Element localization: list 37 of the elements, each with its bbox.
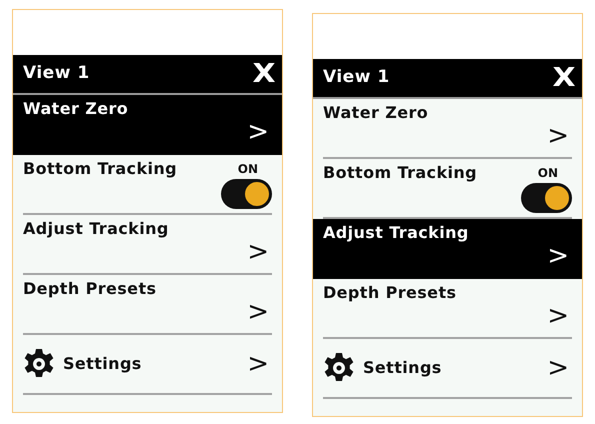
- toggle-state-label: ON: [538, 165, 558, 182]
- menu-item[interactable]: Adjust Tracking >: [313, 219, 582, 279]
- item-label: Water Zero: [323, 102, 428, 124]
- item-label: Settings: [63, 353, 142, 375]
- toggle-switch[interactable]: [521, 183, 572, 213]
- menu-item[interactable]: Adjust Tracking >: [13, 215, 282, 275]
- panel-title: View 1: [23, 62, 90, 86]
- close-button[interactable]: X: [552, 65, 576, 91]
- toggle-state-label: ON: [238, 161, 258, 178]
- menu-item[interactable]: Water Zero >: [13, 95, 282, 155]
- menu-item[interactable]: Settings >: [13, 335, 282, 395]
- close-button[interactable]: X: [252, 61, 276, 87]
- item-label: Depth Presets: [23, 278, 156, 300]
- gear-icon: [323, 352, 355, 384]
- menu-item[interactable]: Water Zero >: [313, 99, 582, 159]
- chevron-glyph: >: [547, 123, 569, 149]
- chevron-glyph: >: [247, 119, 269, 145]
- item-label: Bottom Tracking: [323, 162, 478, 184]
- item-label: Water Zero: [23, 98, 128, 120]
- menu-item[interactable]: Depth Presets >: [13, 275, 282, 335]
- chevron-glyph: >: [247, 239, 269, 265]
- item-label: Settings: [363, 357, 442, 379]
- chevron-glyph: >: [247, 299, 269, 325]
- item-label: Adjust Tracking: [323, 222, 469, 244]
- menu-item[interactable]: Settings >: [313, 339, 582, 399]
- menu-item[interactable]: Bottom Tracking ON: [13, 155, 282, 215]
- panel-title: View 1: [323, 66, 390, 90]
- chevron-glyph: >: [547, 243, 569, 269]
- menu-item[interactable]: Depth Presets >: [313, 279, 582, 339]
- chevron-glyph: >: [547, 355, 569, 381]
- chevron-glyph: >: [247, 351, 269, 377]
- item-label: Depth Presets: [323, 282, 456, 304]
- chevron-glyph: >: [547, 303, 569, 329]
- item-label: Adjust Tracking: [23, 218, 169, 240]
- gear-icon: [23, 348, 55, 380]
- toggle-switch[interactable]: [221, 179, 272, 209]
- item-label: Bottom Tracking: [23, 158, 178, 180]
